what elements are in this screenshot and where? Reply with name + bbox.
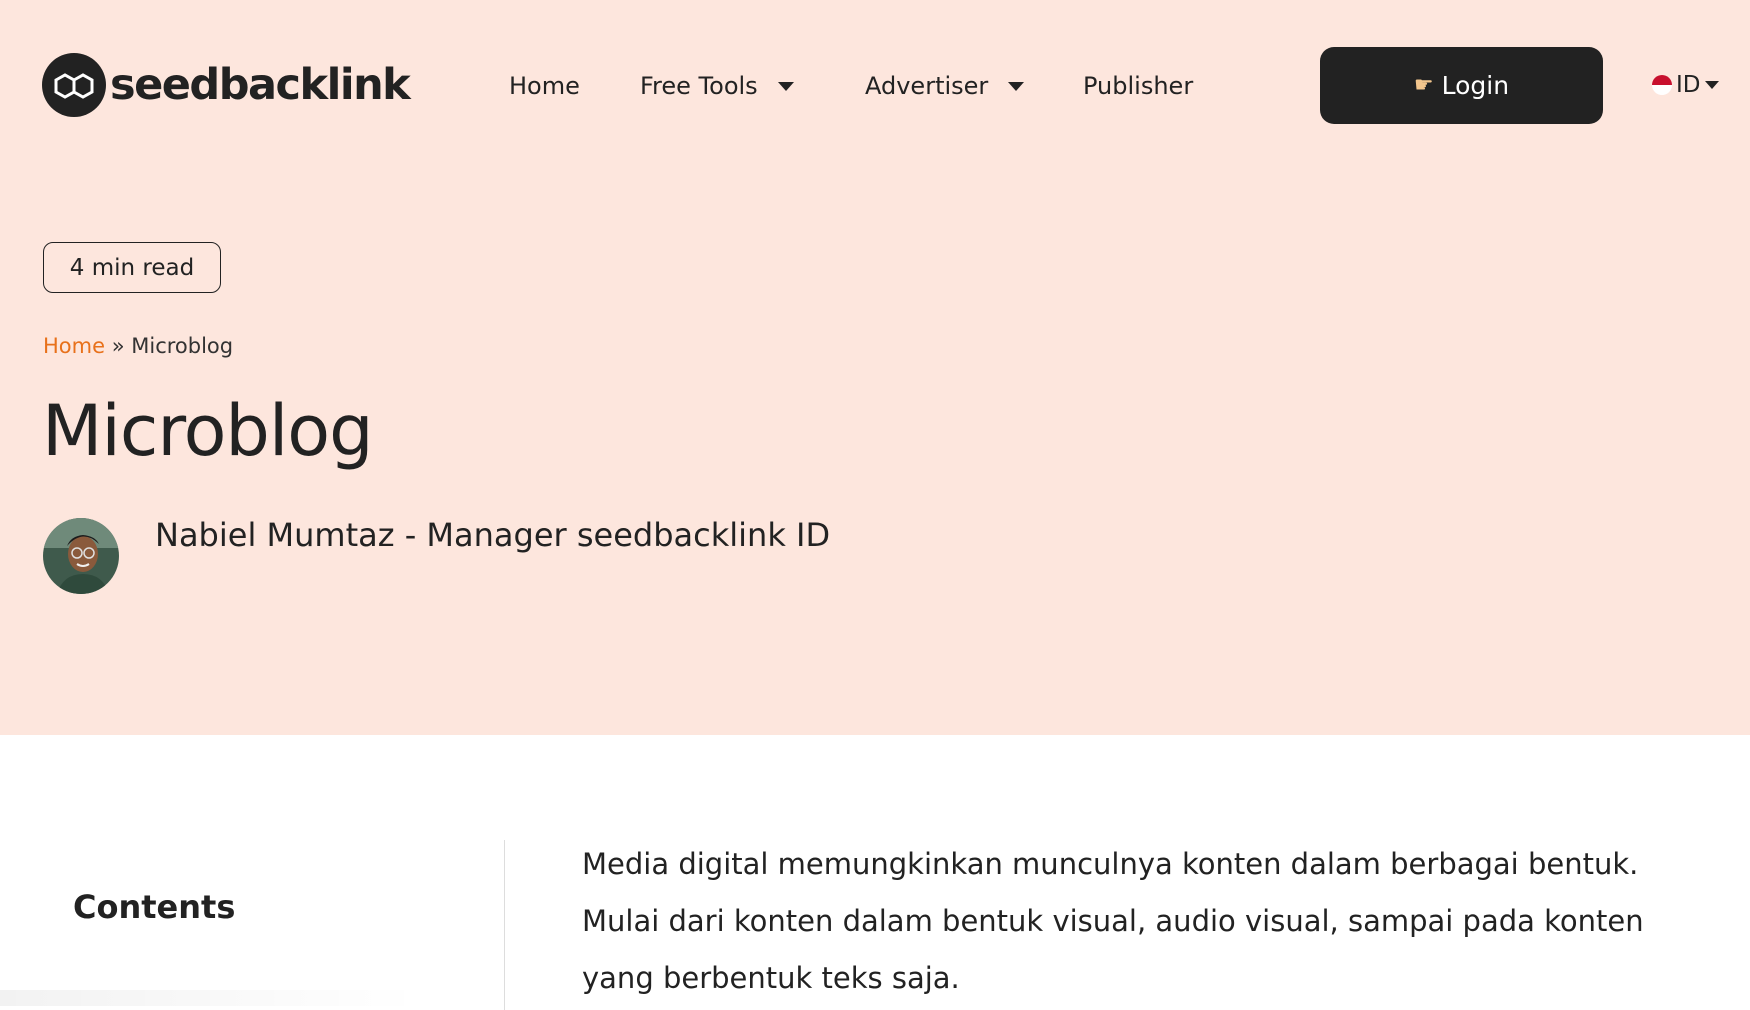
nav-publisher[interactable]: Publisher: [1083, 68, 1193, 104]
read-time-label: 4 min read: [69, 254, 195, 281]
language-selector[interactable]: ID: [1652, 72, 1719, 98]
contents-heading: Contents: [73, 888, 236, 926]
read-time-badge: 4 min read: [43, 242, 221, 293]
language-code: ID: [1676, 72, 1701, 98]
nav-publisher-label: Publisher: [1083, 72, 1194, 100]
chevron-down-icon: [1008, 81, 1025, 91]
nav-advertiser-label: Advertiser: [865, 72, 989, 100]
nav-free-tools-label: Free Tools: [640, 72, 758, 100]
breadcrumb: Home » Microblog: [43, 334, 233, 358]
logo[interactable]: seedbacklink: [42, 52, 411, 118]
breadcrumb-current: Microblog: [131, 334, 234, 358]
nav-free-tools[interactable]: Free Tools: [640, 68, 794, 104]
content-divider: [504, 840, 505, 1010]
indonesia-flag-icon: [1652, 75, 1672, 95]
login-label: Login: [1441, 71, 1510, 100]
nav-home[interactable]: Home: [509, 68, 580, 104]
nav-advertiser[interactable]: Advertiser: [865, 68, 1025, 104]
breadcrumb-separator: »: [111, 334, 125, 358]
nav-home-label: Home: [509, 72, 580, 100]
author-avatar: [43, 518, 119, 594]
sidebar-shadow: [0, 990, 420, 1006]
breadcrumb-home-link[interactable]: Home: [43, 334, 105, 358]
chain-link-logo-icon: [42, 53, 106, 117]
chevron-down-icon: [777, 81, 794, 91]
author-name: Nabiel Mumtaz - Manager seedbacklink ID: [155, 516, 831, 554]
page-title: Microblog: [42, 390, 374, 472]
chevron-down-icon: [1704, 81, 1719, 89]
logo-text: seedbacklink: [110, 60, 411, 110]
login-button[interactable]: ☛ Login: [1320, 47, 1603, 124]
article-intro: Media digital memungkinkan munculnya kon…: [582, 847, 1644, 995]
pointing-hand-icon: ☛: [1413, 73, 1434, 98]
